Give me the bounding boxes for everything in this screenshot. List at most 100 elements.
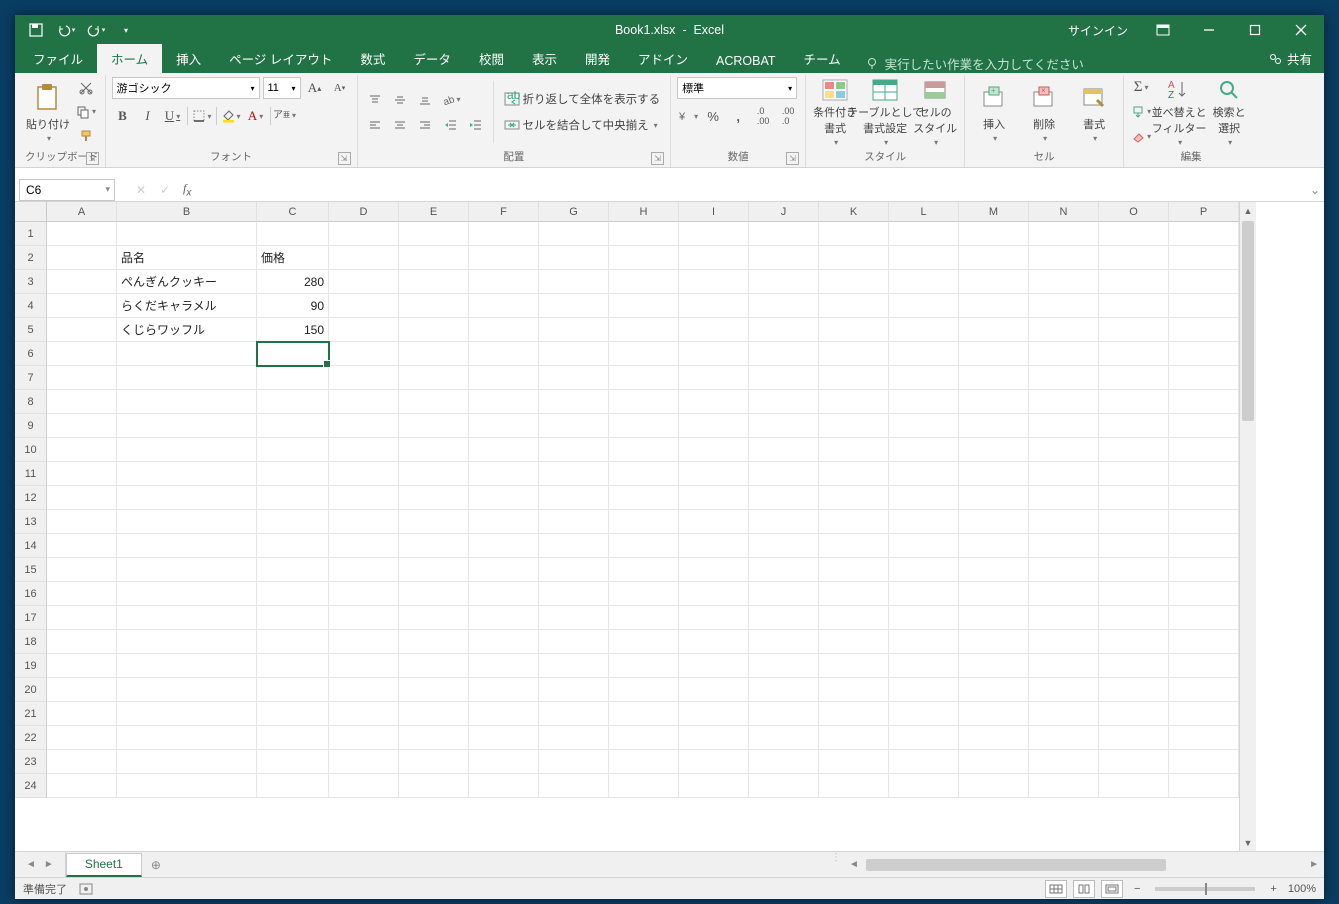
tab-insert[interactable]: 挿入 xyxy=(162,44,215,73)
cell-M15[interactable] xyxy=(959,558,1029,582)
cell-L24[interactable] xyxy=(889,774,959,798)
cell-K14[interactable] xyxy=(819,534,889,558)
signin-button[interactable]: サインイン xyxy=(1056,22,1140,39)
cell-O24[interactable] xyxy=(1099,774,1169,798)
cell-O14[interactable] xyxy=(1099,534,1169,558)
sheet-nav-next[interactable]: ► xyxy=(41,859,57,870)
cell-A16[interactable] xyxy=(47,582,117,606)
cell-C21[interactable] xyxy=(257,702,329,726)
cell-I10[interactable] xyxy=(679,438,749,462)
align-middle[interactable] xyxy=(389,89,411,111)
cell-E2[interactable] xyxy=(399,246,469,270)
cell-D11[interactable] xyxy=(329,462,399,486)
hscroll-right[interactable]: ► xyxy=(1306,859,1322,870)
cell-N13[interactable] xyxy=(1029,510,1099,534)
cell-C2[interactable]: 価格 xyxy=(257,246,329,270)
cell-H16[interactable] xyxy=(609,582,679,606)
cell-J14[interactable] xyxy=(749,534,819,558)
cell-styles[interactable]: セルの スタイル xyxy=(912,77,958,147)
cell-L9[interactable] xyxy=(889,414,959,438)
cell-J15[interactable] xyxy=(749,558,819,582)
cell-E21[interactable] xyxy=(399,702,469,726)
cell-O8[interactable] xyxy=(1099,390,1169,414)
font-name-combo[interactable]: 游ゴシック▾ xyxy=(112,77,260,99)
cell-M10[interactable] xyxy=(959,438,1029,462)
new-sheet-button[interactable]: ⊕ xyxy=(142,852,170,877)
cell-O17[interactable] xyxy=(1099,606,1169,630)
cell-O18[interactable] xyxy=(1099,630,1169,654)
column-header-D[interactable]: D xyxy=(329,202,399,222)
cell-O11[interactable] xyxy=(1099,462,1169,486)
cell-E9[interactable] xyxy=(399,414,469,438)
cell-P20[interactable] xyxy=(1169,678,1239,702)
format-as-table[interactable]: テーブルとして 書式設定 xyxy=(862,77,908,147)
cell-D6[interactable] xyxy=(329,342,399,366)
cell-L2[interactable] xyxy=(889,246,959,270)
cell-L5[interactable] xyxy=(889,318,959,342)
cell-I24[interactable] xyxy=(679,774,749,798)
cell-H5[interactable] xyxy=(609,318,679,342)
normal-view[interactable] xyxy=(1045,880,1067,898)
cell-M9[interactable] xyxy=(959,414,1029,438)
cell-G24[interactable] xyxy=(539,774,609,798)
cell-M8[interactable] xyxy=(959,390,1029,414)
cell-B3[interactable]: ぺんぎんクッキー xyxy=(117,270,257,294)
scroll-down[interactable]: ▼ xyxy=(1240,834,1256,851)
cell-O4[interactable] xyxy=(1099,294,1169,318)
cell-E19[interactable] xyxy=(399,654,469,678)
fill-color-button[interactable] xyxy=(220,105,242,127)
tab-home[interactable]: ホーム xyxy=(97,44,162,73)
row-header-10[interactable]: 10 xyxy=(15,438,47,462)
cell-J16[interactable] xyxy=(749,582,819,606)
cell-C4[interactable]: 90 xyxy=(257,294,329,318)
cell-P24[interactable] xyxy=(1169,774,1239,798)
cell-F13[interactable] xyxy=(469,510,539,534)
cell-B14[interactable] xyxy=(117,534,257,558)
cell-C19[interactable] xyxy=(257,654,329,678)
cell-C9[interactable] xyxy=(257,414,329,438)
cell-J9[interactable] xyxy=(749,414,819,438)
cell-J3[interactable] xyxy=(749,270,819,294)
cell-G14[interactable] xyxy=(539,534,609,558)
cell-N19[interactable] xyxy=(1029,654,1099,678)
cell-B20[interactable] xyxy=(117,678,257,702)
cell-M19[interactable] xyxy=(959,654,1029,678)
cell-M1[interactable] xyxy=(959,222,1029,246)
cell-L15[interactable] xyxy=(889,558,959,582)
cell-E11[interactable] xyxy=(399,462,469,486)
cell-I13[interactable] xyxy=(679,510,749,534)
cell-E23[interactable] xyxy=(399,750,469,774)
zoom-out[interactable]: − xyxy=(1129,883,1145,895)
cell-I21[interactable] xyxy=(679,702,749,726)
cell-J5[interactable] xyxy=(749,318,819,342)
cell-M17[interactable] xyxy=(959,606,1029,630)
cell-G8[interactable] xyxy=(539,390,609,414)
macro-record-icon[interactable] xyxy=(79,883,93,895)
cell-D10[interactable] xyxy=(329,438,399,462)
cell-C23[interactable] xyxy=(257,750,329,774)
cell-P17[interactable] xyxy=(1169,606,1239,630)
cell-A23[interactable] xyxy=(47,750,117,774)
column-header-M[interactable]: M xyxy=(959,202,1029,222)
cell-B22[interactable] xyxy=(117,726,257,750)
comma-style[interactable]: , xyxy=(727,105,749,127)
cell-A9[interactable] xyxy=(47,414,117,438)
cell-A18[interactable] xyxy=(47,630,117,654)
cell-H4[interactable] xyxy=(609,294,679,318)
tab-page-layout[interactable]: ページ レイアウト xyxy=(215,44,346,73)
cell-F8[interactable] xyxy=(469,390,539,414)
cell-G22[interactable] xyxy=(539,726,609,750)
cell-J4[interactable] xyxy=(749,294,819,318)
cell-O13[interactable] xyxy=(1099,510,1169,534)
cell-J12[interactable] xyxy=(749,486,819,510)
cancel-formula[interactable]: ✕ xyxy=(129,183,153,197)
cell-B11[interactable] xyxy=(117,462,257,486)
tab-file[interactable]: ファイル xyxy=(19,44,97,73)
tab-view[interactable]: 表示 xyxy=(518,44,571,73)
underline-button[interactable]: U xyxy=(162,105,184,127)
cell-O19[interactable] xyxy=(1099,654,1169,678)
cell-O21[interactable] xyxy=(1099,702,1169,726)
cell-M13[interactable] xyxy=(959,510,1029,534)
decrease-font-size[interactable]: A▾ xyxy=(329,77,351,99)
cell-K11[interactable] xyxy=(819,462,889,486)
